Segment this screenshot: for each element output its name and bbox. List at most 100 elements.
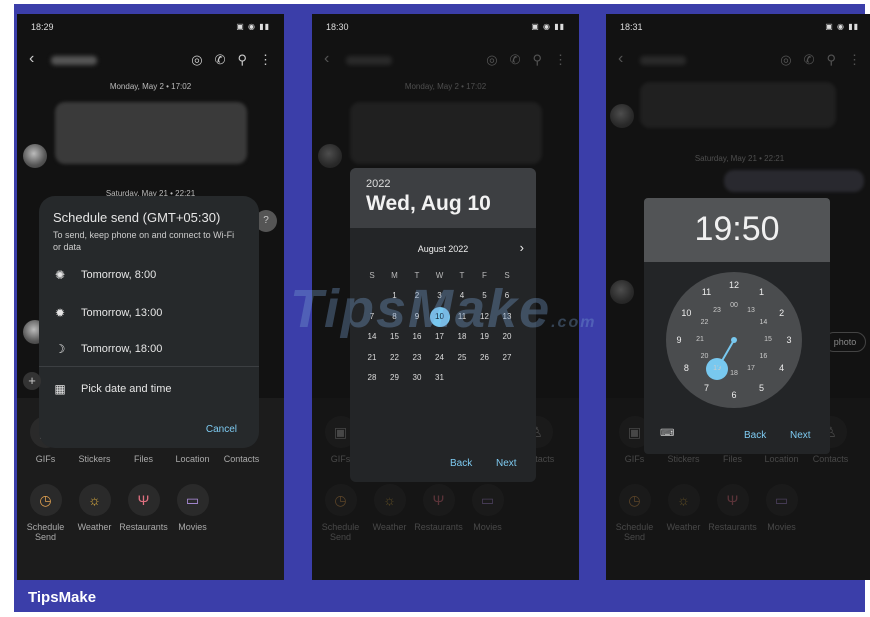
cancel-button[interactable]: Cancel <box>206 424 237 435</box>
keyboard-icon[interactable]: ⌨ <box>660 428 674 439</box>
video-icon[interactable]: ◎ <box>486 52 497 68</box>
attach-weather[interactable]: ☼ Weather <box>70 484 119 542</box>
day-cell[interactable]: 26 <box>475 348 495 368</box>
attach-restaurants[interactable]: Ψ Restaurants <box>708 484 757 542</box>
date-separator: Monday, May 2 • 17:02 <box>109 82 192 91</box>
message-bubble-blurred <box>640 82 836 128</box>
phone-icon[interactable]: ✆ <box>215 52 226 68</box>
attach-schedule-send[interactable]: ◷ Schedule Send <box>316 484 365 542</box>
option-pick-date-time[interactable]: ▦ Pick date and time <box>53 382 171 396</box>
option-tomorrow-13[interactable]: ✹ Tomorrow, 13:00 <box>53 306 162 320</box>
back-arrow-icon[interactable]: ‹ <box>324 50 329 68</box>
attach-label: Stickers <box>78 454 111 464</box>
add-icon[interactable]: + <box>23 372 41 390</box>
clock-number[interactable]: 15 <box>759 331 777 349</box>
weather-icon: ☼ <box>667 484 700 516</box>
more-icon[interactable]: ⋮ <box>848 52 861 68</box>
movie-icon: ▭ <box>765 484 798 516</box>
attach-schedule-send[interactable]: ◷ Schedule Send <box>21 484 70 542</box>
option-tomorrow-18[interactable]: ☽ Tomorrow, 18:00 <box>53 342 163 356</box>
phone-icon[interactable]: ✆ <box>804 52 815 68</box>
movie-icon: ▭ <box>471 484 504 516</box>
status-time: 18:30 <box>326 22 349 32</box>
clock-face[interactable]: 121234567891011001314151617181920212223 <box>666 272 802 408</box>
attach-restaurants[interactable]: Ψ Restaurants <box>119 484 168 542</box>
clock-number[interactable]: 11 <box>698 283 716 301</box>
day-cell[interactable]: 25 <box>452 348 472 368</box>
attach-movies[interactable]: ▭ Movies <box>757 484 806 542</box>
clock-number[interactable]: 4 <box>773 359 791 377</box>
attach-movies[interactable]: ▭ Movies <box>168 484 217 542</box>
back-arrow-icon[interactable]: ‹ <box>29 50 34 68</box>
clock-number[interactable]: 2 <box>773 304 791 322</box>
attach-label: GIFs <box>330 454 351 464</box>
back-button[interactable]: Back <box>450 458 472 469</box>
attach-movies[interactable]: ▭ Movies <box>463 484 512 542</box>
clock-number[interactable]: 23 <box>708 302 726 320</box>
attach-row-2: ◷ Schedule Send ☼ Weather Ψ Restaurants ▭ Mo… <box>316 484 512 542</box>
attach-weather[interactable]: ☼ Weather <box>365 484 414 542</box>
attach-label: Weather <box>666 522 701 532</box>
day-cell[interactable]: 22 <box>385 348 405 368</box>
back-button[interactable]: Back <box>744 430 766 441</box>
clock-number[interactable]: 10 <box>677 304 695 322</box>
clock-number[interactable]: 21 <box>691 331 709 349</box>
clock-number[interactable]: 6 <box>725 386 743 404</box>
attach-restaurants[interactable]: Ψ Restaurants <box>414 484 463 542</box>
phone-icon[interactable]: ✆ <box>510 52 521 68</box>
top-bar: ‹ ◎ ✆ ⚲ ⋮ <box>25 50 276 72</box>
day-cell[interactable]: 31 <box>430 368 450 388</box>
next-month-icon[interactable]: › <box>520 240 524 255</box>
status-icons: ▣ ◉ ▮▮ <box>236 22 270 31</box>
search-icon[interactable]: ⚲ <box>532 52 542 68</box>
search-icon[interactable]: ⚲ <box>237 52 247 68</box>
option-tomorrow-8[interactable]: ✺ Tomorrow, 8:00 <box>53 268 156 282</box>
day-cell[interactable]: 28 <box>362 368 382 388</box>
restaurant-icon: Ψ <box>127 484 160 516</box>
option-label: Tomorrow, 13:00 <box>81 307 163 319</box>
dialog-title: Schedule send (GMT+05:30) <box>53 210 221 225</box>
day-cell[interactable]: 27 <box>497 348 517 368</box>
date-picker-header: 2022 Wed, Aug 10 <box>350 168 536 228</box>
video-icon[interactable]: ◎ <box>780 52 791 68</box>
attach-weather[interactable]: ☼ Weather <box>659 484 708 542</box>
next-button[interactable]: Next <box>496 458 517 469</box>
time-picker-dialog: 19:50 1212345678910110013141516171819202… <box>644 198 830 454</box>
next-button[interactable]: Next <box>790 430 811 441</box>
video-icon[interactable]: ◎ <box>191 52 202 68</box>
clock-icon: ◷ <box>618 484 651 516</box>
clock-number[interactable]: 17 <box>742 360 760 378</box>
clock-number[interactable]: 8 <box>677 359 695 377</box>
photo-chip[interactable]: photo <box>824 332 866 352</box>
restaurant-icon: Ψ <box>716 484 749 516</box>
watermark: TipsMake.com <box>290 278 596 340</box>
clock-number[interactable]: 7 <box>698 379 716 397</box>
search-icon[interactable]: ⚲ <box>826 52 836 68</box>
day-cell[interactable]: 30 <box>407 368 427 388</box>
back-arrow-icon[interactable]: ‹ <box>618 50 623 68</box>
day-cell[interactable]: 29 <box>385 368 405 388</box>
clock-number[interactable]: 9 <box>670 331 688 349</box>
status-time: 18:31 <box>620 22 643 32</box>
clock-number[interactable]: 3 <box>780 331 798 349</box>
more-icon[interactable]: ⋮ <box>259 52 272 68</box>
attach-schedule-send[interactable]: ◷ Schedule Send <box>610 484 659 542</box>
toolbar-icons: ◎ ✆ ⚲ ⋮ <box>191 52 272 68</box>
toolbar-icons: ◎ ✆ ⚲ ⋮ <box>780 52 861 68</box>
picker-year[interactable]: 2022 <box>366 178 390 190</box>
day-cell[interactable]: 21 <box>362 348 382 368</box>
top-bar: ‹ ◎ ✆ ⚲ ⋮ <box>614 50 865 72</box>
clock-number[interactable]: 00 <box>725 297 743 315</box>
attach-label: Weather <box>372 522 407 532</box>
clock-number[interactable]: 20 <box>696 348 714 366</box>
clock-number[interactable]: 14 <box>754 314 772 332</box>
attach-label: Schedule Send <box>321 522 360 542</box>
clock-number[interactable]: 12 <box>725 276 743 294</box>
avatar <box>610 104 634 128</box>
avatar <box>610 280 634 304</box>
more-icon[interactable]: ⋮ <box>554 52 567 68</box>
clock-number[interactable]: 5 <box>753 379 771 397</box>
clock-number[interactable]: 1 <box>753 283 771 301</box>
day-cell[interactable]: 24 <box>430 348 450 368</box>
day-cell[interactable]: 23 <box>407 348 427 368</box>
